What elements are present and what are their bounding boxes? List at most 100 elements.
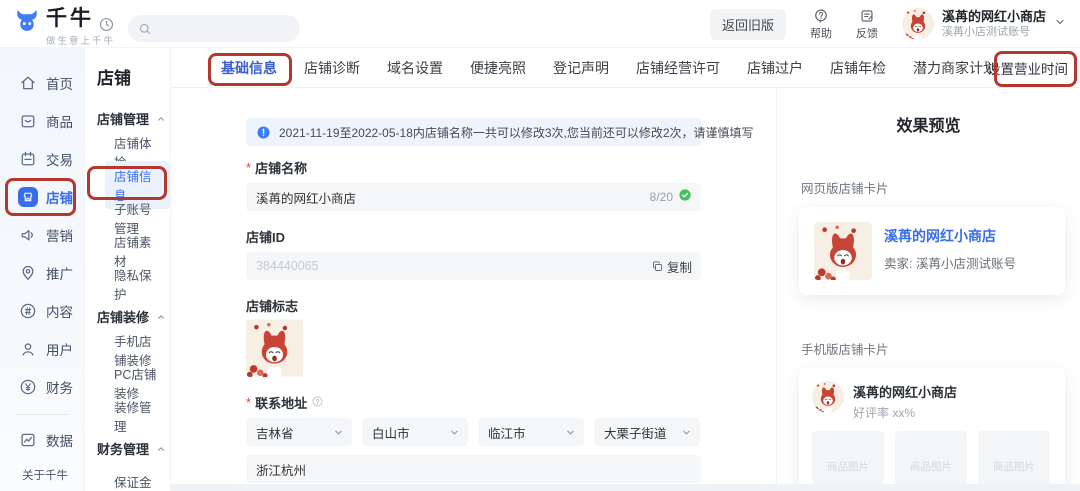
search-input[interactable] — [158, 21, 278, 36]
info-icon — [256, 125, 271, 140]
rename-notice-banner: 2021-11-19至2022-05-18内店铺名称一共可以修改3次,您当前还可… — [246, 118, 754, 146]
product-image-placeholder: 商品图片 — [895, 431, 967, 491]
qianniu-seller-admin: 千牛 做生意上千牛 返回旧版 帮助 反馈 溪苒的网红小商店 溪苒小店测试账号 首… — [0, 0, 1080, 491]
mobile-card-product-placeholders: 商品图片 商品图片 商品图片 — [812, 431, 1052, 491]
finance-icon — [18, 377, 38, 397]
shop-name-suffix: 8/20 — [650, 183, 692, 211]
shop-icon — [18, 187, 38, 207]
feedback-button[interactable]: 反馈 — [856, 8, 878, 41]
shop-id-input — [256, 259, 691, 273]
shop-id-label: 店铺ID — [246, 230, 286, 245]
sidebar-item-privacy[interactable]: 隐私保护 — [85, 267, 170, 302]
tab-shop-transfer[interactable]: 店铺过户 — [747, 58, 803, 78]
basic-info-form: 2021-11-19至2022-05-18内店铺名称一共可以修改3次,您当前还可… — [246, 88, 754, 491]
copyright-text: Copyright — [0, 483, 84, 491]
tab-registration-statement[interactable]: 登记声明 — [553, 58, 609, 78]
chevron-down-icon — [681, 427, 692, 438]
nav-promotion[interactable]: 推广 — [0, 254, 84, 292]
left-nav-rail: 首页 商品 交易 店铺 营销 推广 内容 用户 财务 数据 关于千牛 Copyr… — [0, 48, 84, 491]
sidebar-list: 店铺管理 店铺体检 店铺信息 子账号管理 店铺素材 隐私保护 店铺装修 手机店铺… — [85, 102, 170, 491]
qianniu-bull-icon — [14, 8, 40, 34]
tab-annual-check[interactable]: 店铺年检 — [830, 58, 886, 78]
shop-logo-image[interactable] — [246, 319, 303, 377]
tab-convenient-license[interactable]: 便捷亮照 — [470, 58, 526, 78]
avatar — [901, 8, 934, 40]
tab-basic-info[interactable]: 基础信息 — [221, 58, 277, 78]
required-mark: * — [246, 160, 252, 175]
city-select[interactable]: 白山市 — [362, 418, 468, 446]
tab-domain-settings[interactable]: 域名设置 — [387, 58, 443, 78]
data-icon — [18, 430, 38, 450]
province-select[interactable]: 吉林省 — [246, 418, 352, 446]
topbar-right: 返回旧版 帮助 反馈 溪苒的网红小商店 溪苒小店测试账号 — [709, 0, 1066, 48]
trade-icon — [18, 149, 38, 169]
mobile-card-shop-name: 溪苒的网红小商店 — [853, 385, 958, 400]
question-circle-icon[interactable] — [311, 395, 324, 411]
web-card-shop-name[interactable]: 溪苒的网红小商店 — [884, 226, 1016, 246]
goods-icon — [18, 111, 38, 131]
street-select[interactable]: 大栗子街道 — [594, 418, 700, 446]
about-qianniu-link[interactable]: 关于千牛 — [0, 459, 84, 483]
sidebar-item-decoration-manage[interactable]: 装修管理 — [85, 399, 170, 434]
web-card-image — [814, 222, 872, 280]
search-icon — [138, 22, 152, 36]
product-image-placeholder: 商品图片 — [812, 431, 884, 491]
preview-title: 效果预览 — [896, 118, 961, 135]
history-icon[interactable] — [98, 16, 115, 38]
home-icon — [18, 73, 38, 93]
preview-panel: 效果预览 网页版店铺卡片 溪苒的网红小商店 卖家: 溪苒小店测试账号 手机版店铺… — [776, 88, 1080, 491]
web-shop-card: 溪苒的网红小商店 卖家: 溪苒小店测试账号 — [799, 207, 1065, 295]
sidebar-item-deposit[interactable]: 保证金 — [85, 465, 170, 491]
set-business-hours-button[interactable]: 设置营业时间 — [987, 58, 1068, 78]
topbar: 千牛 做生意上千牛 返回旧版 帮助 反馈 溪苒的网红小商店 溪苒小店测试账号 — [0, 0, 1080, 48]
users-icon — [18, 339, 38, 359]
mobile-card-header: 溪苒的网红小商店 好评率 xx% — [812, 381, 1052, 421]
address-detail-field — [246, 455, 701, 483]
tab-shop-diagnosis[interactable]: 店铺诊断 — [304, 58, 360, 78]
help-label: 帮助 — [809, 27, 832, 40]
divider — [16, 414, 68, 415]
chevron-down-icon — [333, 427, 344, 438]
char-counter: 8/20 — [649, 190, 673, 204]
district-select[interactable]: 临江市 — [478, 418, 584, 446]
tab-potential-merchant-plan[interactable]: 潜力商家计划 — [913, 58, 997, 78]
shop-id-field: 复制 — [246, 252, 701, 280]
mobile-card-rating: 好评率 xx% — [853, 406, 916, 420]
content-area: 2021-11-19至2022-05-18内店铺名称一共可以修改3次,您当前还可… — [171, 88, 1080, 491]
nav-trade[interactable]: 交易 — [0, 140, 84, 178]
feedback-icon — [859, 8, 875, 24]
nav-data[interactable]: 数据 — [0, 421, 84, 459]
help-button[interactable]: 帮助 — [810, 8, 832, 41]
copy-shop-id-button[interactable]: 复制 — [651, 252, 692, 280]
chevron-down-icon — [565, 427, 576, 438]
shop-name-input[interactable] — [256, 190, 691, 204]
main-panel: 基础信息 店铺诊断 域名设置 便捷亮照 登记声明 店铺经营许可 店铺过户 店铺年… — [170, 48, 1080, 491]
address-detail-input[interactable] — [256, 462, 691, 476]
nav-users[interactable]: 用户 — [0, 330, 84, 368]
shop-name-field: 8/20 — [246, 183, 701, 211]
nav-shop[interactable]: 店铺 — [0, 178, 84, 216]
sidebar-title: 店铺 — [97, 69, 131, 88]
chevron-up-icon — [156, 114, 166, 124]
copy-icon — [651, 260, 664, 273]
chevron-down-icon — [1054, 15, 1066, 33]
tab-business-license[interactable]: 店铺经营许可 — [636, 58, 720, 78]
web-card-label: 网页版店铺卡片 — [801, 182, 889, 196]
shop-logo-label: 店铺标志 — [246, 299, 299, 314]
back-to-old-version-button[interactable]: 返回旧版 — [709, 8, 786, 40]
contact-address-label: * 联系地址 — [246, 393, 701, 412]
promotion-icon — [18, 263, 38, 283]
nav-goods[interactable]: 商品 — [0, 102, 84, 140]
nav-content[interactable]: 内容 — [0, 292, 84, 330]
account-menu[interactable]: 溪苒的网红小商店 溪苒小店测试账号 — [901, 8, 1066, 40]
search-bar[interactable] — [128, 15, 300, 42]
web-card-seller: 卖家: 溪苒小店测试账号 — [884, 257, 1016, 271]
nav-marketing[interactable]: 营销 — [0, 216, 84, 254]
address-select-row: 吉林省 白山市 临江市 大栗子街道 — [246, 418, 701, 446]
account-name: 溪苒小店测试账号 — [941, 26, 1030, 38]
chevron-down-icon — [449, 427, 460, 438]
nav-finance[interactable]: 财务 — [0, 368, 84, 406]
nav-home[interactable]: 首页 — [0, 64, 84, 102]
help-icon — [813, 8, 829, 24]
tab-bar: 基础信息 店铺诊断 域名设置 便捷亮照 登记声明 店铺经营许可 店铺过户 店铺年… — [171, 48, 1080, 88]
